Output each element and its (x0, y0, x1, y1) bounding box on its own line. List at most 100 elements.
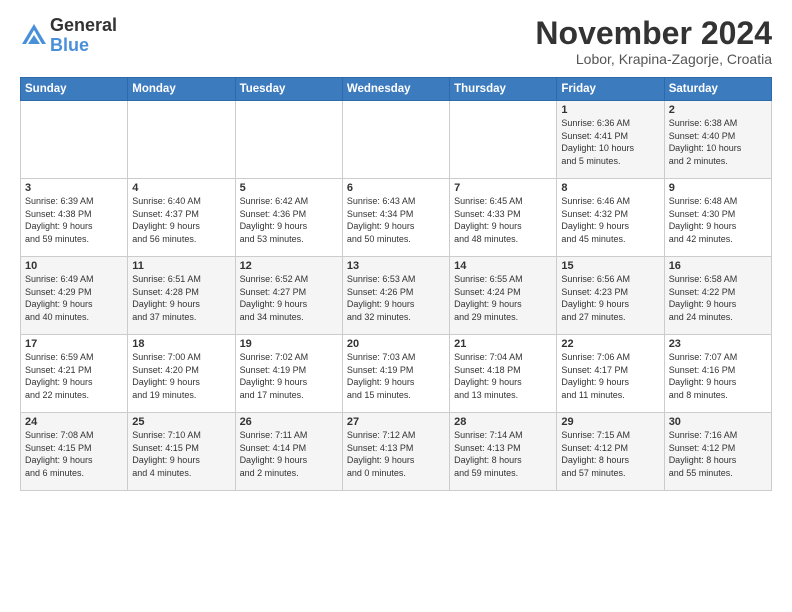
day-info: Sunrise: 6:39 AM Sunset: 4:38 PM Dayligh… (25, 195, 123, 245)
calendar-cell: 16Sunrise: 6:58 AM Sunset: 4:22 PM Dayli… (664, 257, 771, 335)
calendar-cell: 28Sunrise: 7:14 AM Sunset: 4:13 PM Dayli… (450, 413, 557, 491)
calendar-cell: 2Sunrise: 6:38 AM Sunset: 4:40 PM Daylig… (664, 101, 771, 179)
calendar-cell: 30Sunrise: 7:16 AM Sunset: 4:12 PM Dayli… (664, 413, 771, 491)
calendar-cell (450, 101, 557, 179)
calendar-cell: 24Sunrise: 7:08 AM Sunset: 4:15 PM Dayli… (21, 413, 128, 491)
day-info: Sunrise: 7:02 AM Sunset: 4:19 PM Dayligh… (240, 351, 338, 401)
day-number: 1 (561, 104, 659, 116)
month-title: November 2024 (535, 16, 772, 51)
day-number: 16 (669, 260, 767, 272)
day-info: Sunrise: 7:10 AM Sunset: 4:15 PM Dayligh… (132, 429, 230, 479)
day-info: Sunrise: 7:16 AM Sunset: 4:12 PM Dayligh… (669, 429, 767, 479)
day-number: 25 (132, 416, 230, 428)
day-number: 17 (25, 338, 123, 350)
day-info: Sunrise: 6:40 AM Sunset: 4:37 PM Dayligh… (132, 195, 230, 245)
calendar-cell: 21Sunrise: 7:04 AM Sunset: 4:18 PM Dayli… (450, 335, 557, 413)
calendar-cell: 23Sunrise: 7:07 AM Sunset: 4:16 PM Dayli… (664, 335, 771, 413)
day-info: Sunrise: 6:45 AM Sunset: 4:33 PM Dayligh… (454, 195, 552, 245)
logo-general-text: General (50, 16, 117, 36)
day-number: 22 (561, 338, 659, 350)
calendar-cell: 14Sunrise: 6:55 AM Sunset: 4:24 PM Dayli… (450, 257, 557, 335)
calendar-cell: 27Sunrise: 7:12 AM Sunset: 4:13 PM Dayli… (342, 413, 449, 491)
day-info: Sunrise: 7:12 AM Sunset: 4:13 PM Dayligh… (347, 429, 445, 479)
col-friday: Friday (557, 78, 664, 101)
day-info: Sunrise: 7:14 AM Sunset: 4:13 PM Dayligh… (454, 429, 552, 479)
calendar-week-4: 24Sunrise: 7:08 AM Sunset: 4:15 PM Dayli… (21, 413, 772, 491)
calendar-week-3: 17Sunrise: 6:59 AM Sunset: 4:21 PM Dayli… (21, 335, 772, 413)
day-number: 27 (347, 416, 445, 428)
day-info: Sunrise: 6:46 AM Sunset: 4:32 PM Dayligh… (561, 195, 659, 245)
calendar-week-2: 10Sunrise: 6:49 AM Sunset: 4:29 PM Dayli… (21, 257, 772, 335)
header-row: Sunday Monday Tuesday Wednesday Thursday… (21, 78, 772, 101)
day-number: 18 (132, 338, 230, 350)
calendar-cell: 12Sunrise: 6:52 AM Sunset: 4:27 PM Dayli… (235, 257, 342, 335)
logo-blue-text: Blue (50, 36, 117, 56)
page: General Blue November 2024 Lobor, Krapin… (0, 0, 792, 612)
title-block: November 2024 Lobor, Krapina-Zagorje, Cr… (535, 16, 772, 67)
logo-icon (20, 22, 48, 50)
day-number: 3 (25, 182, 123, 194)
day-number: 28 (454, 416, 552, 428)
calendar-week-0: 1Sunrise: 6:36 AM Sunset: 4:41 PM Daylig… (21, 101, 772, 179)
calendar-cell: 18Sunrise: 7:00 AM Sunset: 4:20 PM Dayli… (128, 335, 235, 413)
calendar-cell: 15Sunrise: 6:56 AM Sunset: 4:23 PM Dayli… (557, 257, 664, 335)
day-number: 9 (669, 182, 767, 194)
day-info: Sunrise: 6:43 AM Sunset: 4:34 PM Dayligh… (347, 195, 445, 245)
calendar-cell (21, 101, 128, 179)
calendar-cell: 11Sunrise: 6:51 AM Sunset: 4:28 PM Dayli… (128, 257, 235, 335)
calendar-cell: 5Sunrise: 6:42 AM Sunset: 4:36 PM Daylig… (235, 179, 342, 257)
day-number: 14 (454, 260, 552, 272)
day-info: Sunrise: 7:03 AM Sunset: 4:19 PM Dayligh… (347, 351, 445, 401)
day-info: Sunrise: 6:48 AM Sunset: 4:30 PM Dayligh… (669, 195, 767, 245)
day-info: Sunrise: 6:53 AM Sunset: 4:26 PM Dayligh… (347, 273, 445, 323)
calendar-cell: 20Sunrise: 7:03 AM Sunset: 4:19 PM Dayli… (342, 335, 449, 413)
col-monday: Monday (128, 78, 235, 101)
calendar-body: 1Sunrise: 6:36 AM Sunset: 4:41 PM Daylig… (21, 101, 772, 491)
calendar-cell: 29Sunrise: 7:15 AM Sunset: 4:12 PM Dayli… (557, 413, 664, 491)
col-thursday: Thursday (450, 78, 557, 101)
calendar-table: Sunday Monday Tuesday Wednesday Thursday… (20, 77, 772, 491)
calendar-cell: 25Sunrise: 7:10 AM Sunset: 4:15 PM Dayli… (128, 413, 235, 491)
calendar-header: Sunday Monday Tuesday Wednesday Thursday… (21, 78, 772, 101)
calendar-cell: 6Sunrise: 6:43 AM Sunset: 4:34 PM Daylig… (342, 179, 449, 257)
day-info: Sunrise: 6:42 AM Sunset: 4:36 PM Dayligh… (240, 195, 338, 245)
day-info: Sunrise: 6:38 AM Sunset: 4:40 PM Dayligh… (669, 117, 767, 167)
col-sunday: Sunday (21, 78, 128, 101)
day-info: Sunrise: 7:06 AM Sunset: 4:17 PM Dayligh… (561, 351, 659, 401)
calendar-cell (128, 101, 235, 179)
col-wednesday: Wednesday (342, 78, 449, 101)
calendar-cell: 19Sunrise: 7:02 AM Sunset: 4:19 PM Dayli… (235, 335, 342, 413)
day-info: Sunrise: 7:11 AM Sunset: 4:14 PM Dayligh… (240, 429, 338, 479)
day-info: Sunrise: 6:36 AM Sunset: 4:41 PM Dayligh… (561, 117, 659, 167)
day-info: Sunrise: 6:56 AM Sunset: 4:23 PM Dayligh… (561, 273, 659, 323)
calendar-cell: 3Sunrise: 6:39 AM Sunset: 4:38 PM Daylig… (21, 179, 128, 257)
day-number: 10 (25, 260, 123, 272)
day-number: 4 (132, 182, 230, 194)
day-number: 24 (25, 416, 123, 428)
calendar-cell: 22Sunrise: 7:06 AM Sunset: 4:17 PM Dayli… (557, 335, 664, 413)
calendar-cell: 9Sunrise: 6:48 AM Sunset: 4:30 PM Daylig… (664, 179, 771, 257)
day-number: 30 (669, 416, 767, 428)
day-info: Sunrise: 6:52 AM Sunset: 4:27 PM Dayligh… (240, 273, 338, 323)
day-number: 6 (347, 182, 445, 194)
calendar-cell: 17Sunrise: 6:59 AM Sunset: 4:21 PM Dayli… (21, 335, 128, 413)
calendar-cell (235, 101, 342, 179)
day-info: Sunrise: 7:15 AM Sunset: 4:12 PM Dayligh… (561, 429, 659, 479)
day-number: 15 (561, 260, 659, 272)
day-info: Sunrise: 6:51 AM Sunset: 4:28 PM Dayligh… (132, 273, 230, 323)
day-number: 20 (347, 338, 445, 350)
calendar-cell: 4Sunrise: 6:40 AM Sunset: 4:37 PM Daylig… (128, 179, 235, 257)
day-number: 21 (454, 338, 552, 350)
day-number: 26 (240, 416, 338, 428)
day-number: 23 (669, 338, 767, 350)
calendar-cell: 26Sunrise: 7:11 AM Sunset: 4:14 PM Dayli… (235, 413, 342, 491)
day-number: 29 (561, 416, 659, 428)
col-saturday: Saturday (664, 78, 771, 101)
calendar-cell (342, 101, 449, 179)
day-info: Sunrise: 6:49 AM Sunset: 4:29 PM Dayligh… (25, 273, 123, 323)
calendar-cell: 1Sunrise: 6:36 AM Sunset: 4:41 PM Daylig… (557, 101, 664, 179)
day-info: Sunrise: 7:00 AM Sunset: 4:20 PM Dayligh… (132, 351, 230, 401)
calendar-cell: 13Sunrise: 6:53 AM Sunset: 4:26 PM Dayli… (342, 257, 449, 335)
calendar-cell: 7Sunrise: 6:45 AM Sunset: 4:33 PM Daylig… (450, 179, 557, 257)
day-number: 2 (669, 104, 767, 116)
